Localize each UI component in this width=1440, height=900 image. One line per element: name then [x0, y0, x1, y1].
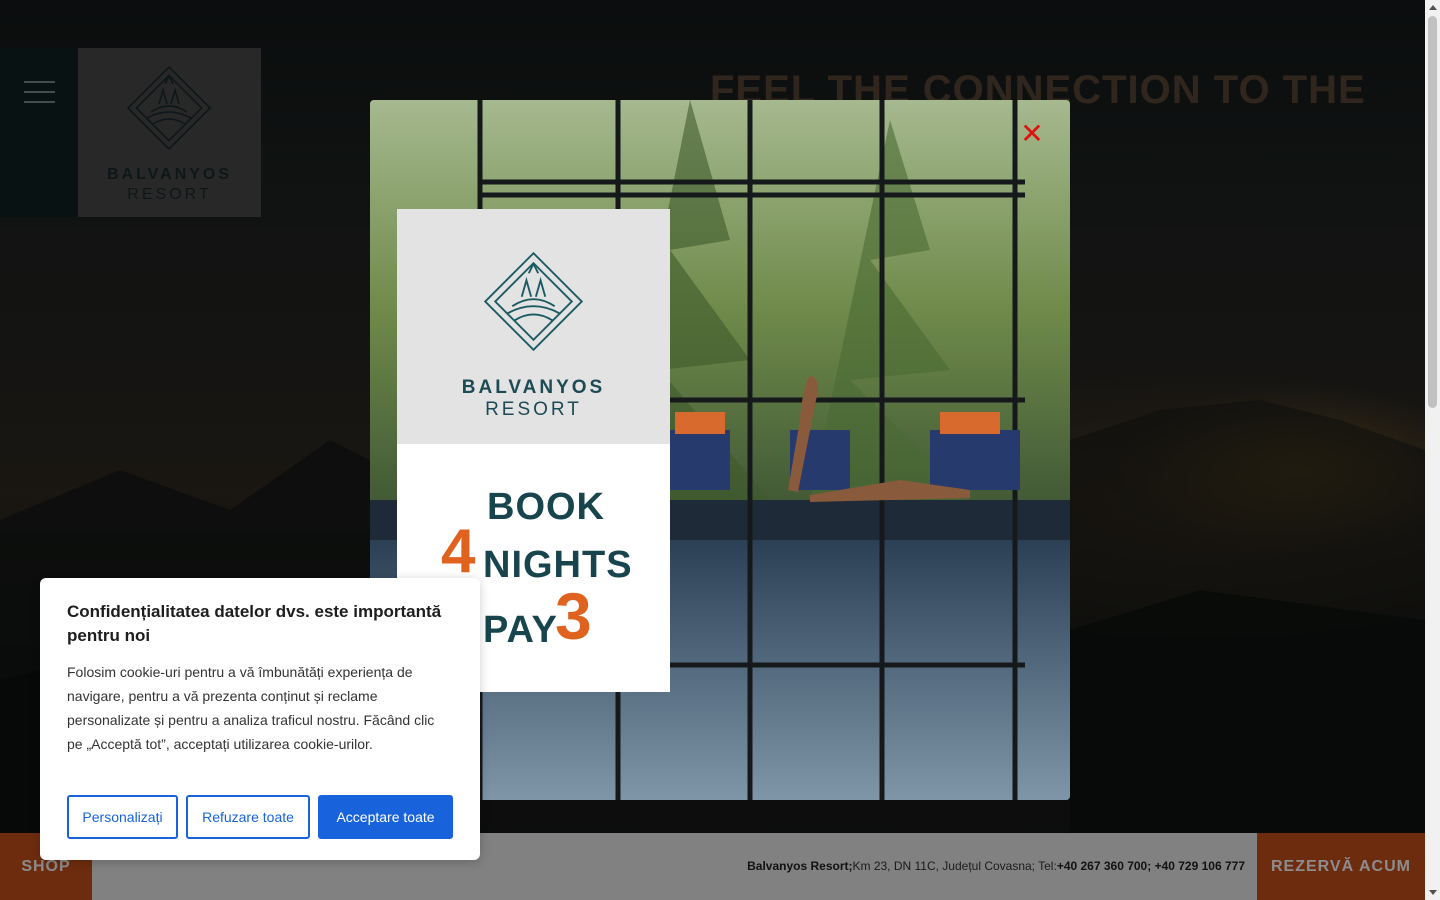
scrollbar-thumb[interactable]	[1428, 16, 1437, 408]
cookie-consent-banner: Confidențialitatea datelor dvs. este imp…	[40, 578, 480, 860]
page-scrollbar[interactable]	[1425, 0, 1440, 900]
cookie-description: Folosim cookie-uri pentru a vă îmbunătăț…	[67, 664, 435, 752]
cookie-buttons: Personalizați Refuzare toate Acceptare t…	[67, 795, 453, 839]
reject-all-button[interactable]: Refuzare toate	[186, 795, 310, 839]
promo-pay-text: PAY	[483, 609, 558, 651]
promo-logo-subtitle: RESORT	[485, 399, 582, 420]
resort-emblem-icon	[483, 251, 584, 352]
scroll-down-icon[interactable]	[1429, 890, 1437, 895]
promo-book-text: BOOK	[487, 486, 605, 528]
promo-nights-count: 4	[441, 517, 476, 586]
promo-pay-count: 3	[555, 579, 592, 653]
promo-logo-panel: BALVANYOS RESORT	[397, 209, 670, 444]
cookie-title: Confidențialitatea datelor dvs. este imp…	[67, 602, 442, 645]
close-icon[interactable]: ✕	[1019, 120, 1045, 148]
customize-button[interactable]: Personalizați	[67, 795, 178, 839]
promo-logo-wordmark: BALVANYOS	[461, 377, 606, 398]
accept-all-button[interactable]: Acceptare toate	[318, 795, 453, 839]
scroll-up-icon[interactable]	[1429, 5, 1437, 10]
